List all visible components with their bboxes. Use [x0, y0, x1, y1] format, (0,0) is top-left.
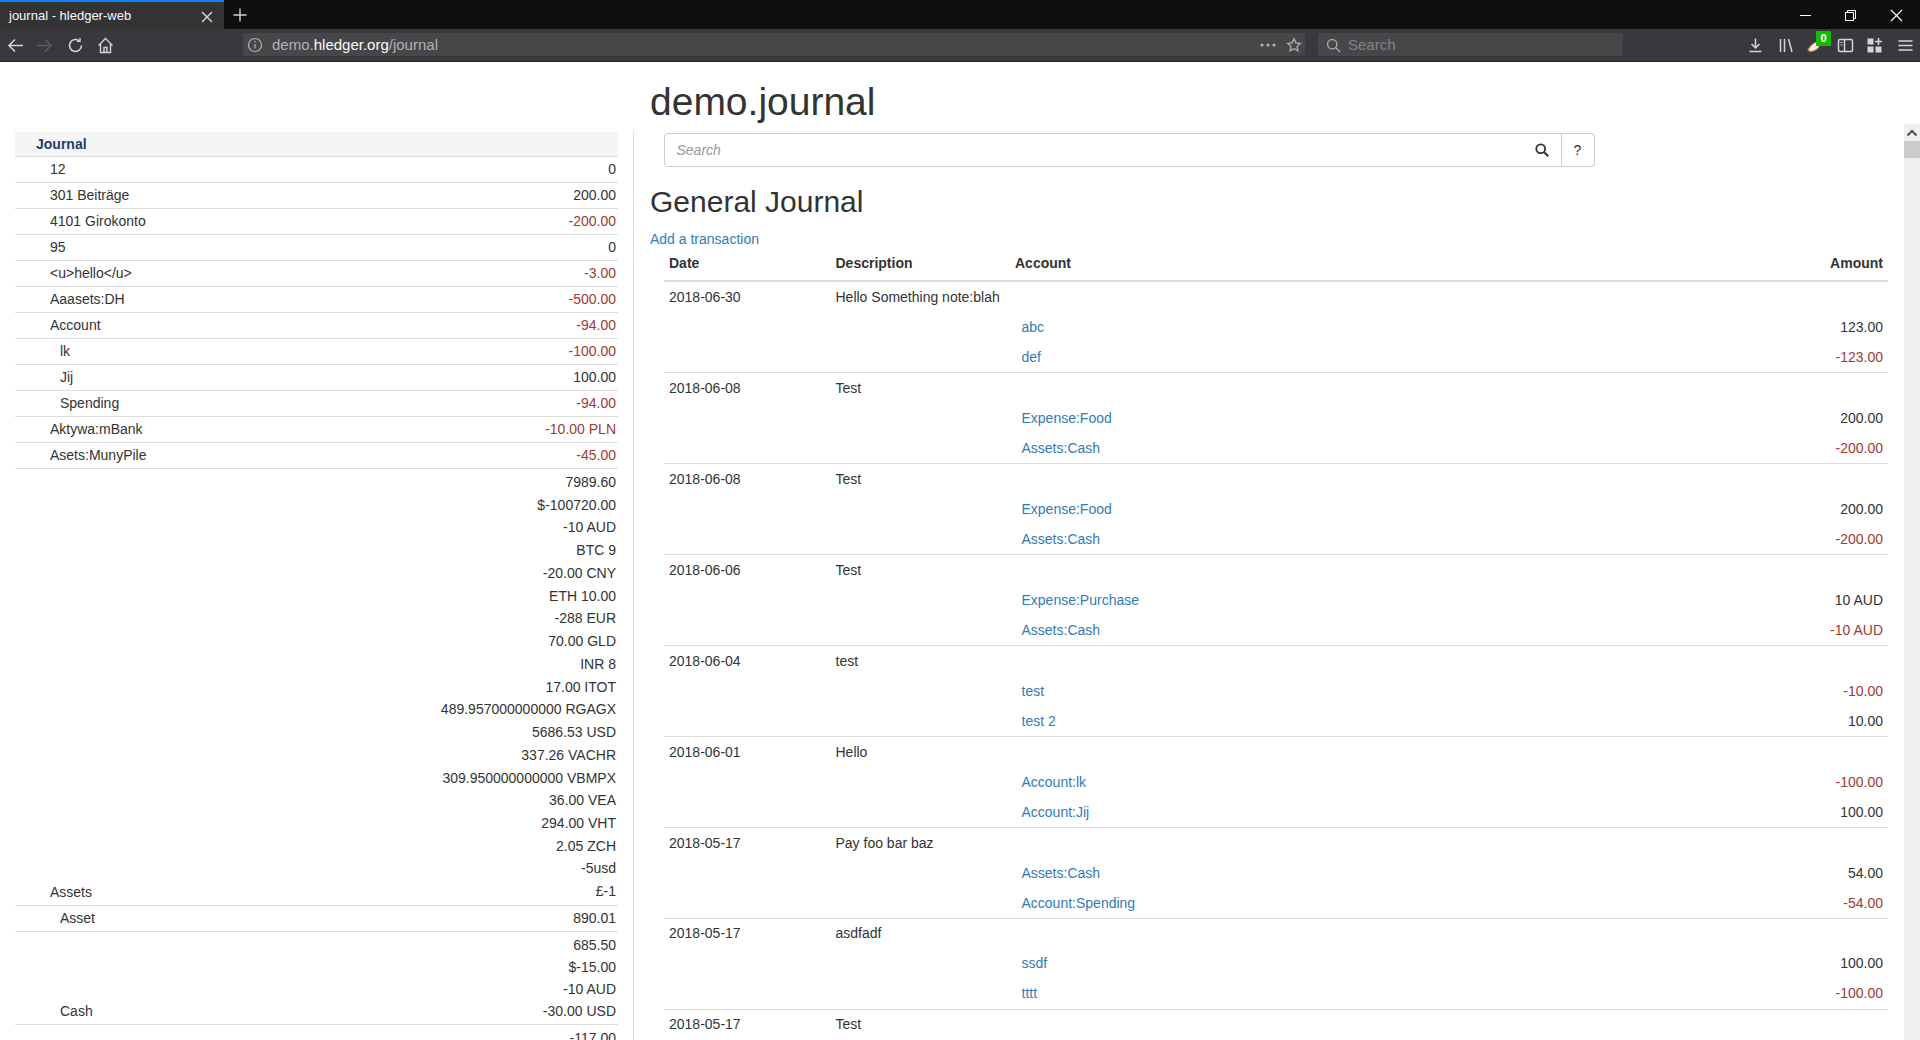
- scrollbar: [1904, 124, 1920, 1040]
- library: [1778, 37, 1795, 54]
- forward: [36, 37, 53, 54]
- search-help: ?: [1562, 133, 1595, 167]
- downloads: [1747, 37, 1764, 54]
- search-icon: [1326, 38, 1341, 53]
- menu: [1897, 37, 1914, 54]
- home: [97, 37, 114, 54]
- page-content: Journal 120 301 Beiträge200.00 4101 Giro…: [0, 62, 1903, 1040]
- minimize: [1783, 0, 1828, 29]
- search-input: Search: [664, 133, 1524, 167]
- active-tab: journal - hledger-web: [0, 0, 224, 29]
- search-submit: [1523, 133, 1562, 167]
- tab-bar: journal - hledger-web: [0, 0, 1920, 29]
- add-transaction: Add a transaction: [650, 229, 759, 249]
- back: [7, 37, 24, 54]
- reload: [67, 37, 84, 54]
- column-divider: [633, 131, 634, 1040]
- browser-chrome: journal - hledger-web demo.hledger.org/j…: [0, 0, 1920, 62]
- addons: [1866, 37, 1883, 54]
- sidebars: [1837, 37, 1854, 54]
- bookmark-star: [1286, 37, 1302, 53]
- sidebar-accounts: Journal 120 301 Beiträge200.00 4101 Giro…: [15, 132, 618, 1040]
- journal-title: demo.journal: [650, 82, 875, 121]
- badge: 0: [1816, 31, 1831, 46]
- close-window: [1874, 0, 1919, 29]
- section-heading: General Journal: [650, 187, 863, 217]
- register-table: DateDescriptionAccountAmount 2018-06-30H…: [664, 247, 1888, 1040]
- site-info: [247, 37, 263, 53]
- hledger-web journal screenshot: journal - hledger-web demo.hledger.org/j…: [0, 0, 1920, 1040]
- page-actions: [1259, 42, 1277, 48]
- restore: [1828, 0, 1873, 29]
